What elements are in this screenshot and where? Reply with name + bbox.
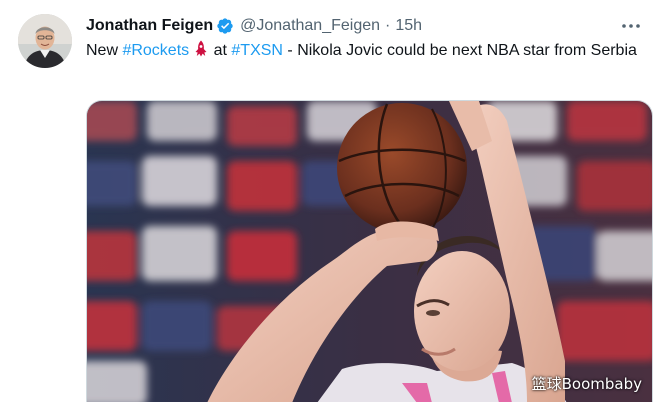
tweet-text: New #Rockets at #TXSN - Nikola Jovic cou… — [86, 40, 646, 62]
basketball-player-photo — [87, 101, 652, 402]
tweet-text-end: - Nikola Jovic could be next NBA star fr… — [282, 42, 637, 59]
tweet-text-start: New — [86, 42, 123, 59]
author-handle[interactable]: @Jonathan_Feigen — [240, 17, 380, 35]
more-options-icon[interactable] — [619, 14, 643, 38]
author-name[interactable]: Jonathan Feigen — [86, 17, 213, 35]
tweet-timestamp[interactable]: 15h — [395, 17, 422, 35]
tweet-media-photo[interactable]: 篮球Boombaby — [86, 100, 653, 402]
tweet-header: Jonathan Feigen @Jonathan_Feigen · 15h — [86, 14, 422, 38]
author-avatar[interactable] — [18, 14, 72, 68]
hashtag-txsn-link[interactable]: #TXSN — [231, 42, 283, 59]
media-watermark: 篮球Boombaby — [531, 375, 642, 393]
separator-dot: · — [385, 17, 391, 34]
tweet-text-at: at — [209, 42, 232, 59]
tweet-card[interactable]: Jonathan Feigen @Jonathan_Feigen · 15h N… — [0, 0, 669, 402]
verified-badge-icon — [216, 17, 234, 35]
rockets-logo-icon — [193, 40, 209, 57]
hashtag-rockets-link[interactable]: #Rockets — [122, 42, 189, 59]
